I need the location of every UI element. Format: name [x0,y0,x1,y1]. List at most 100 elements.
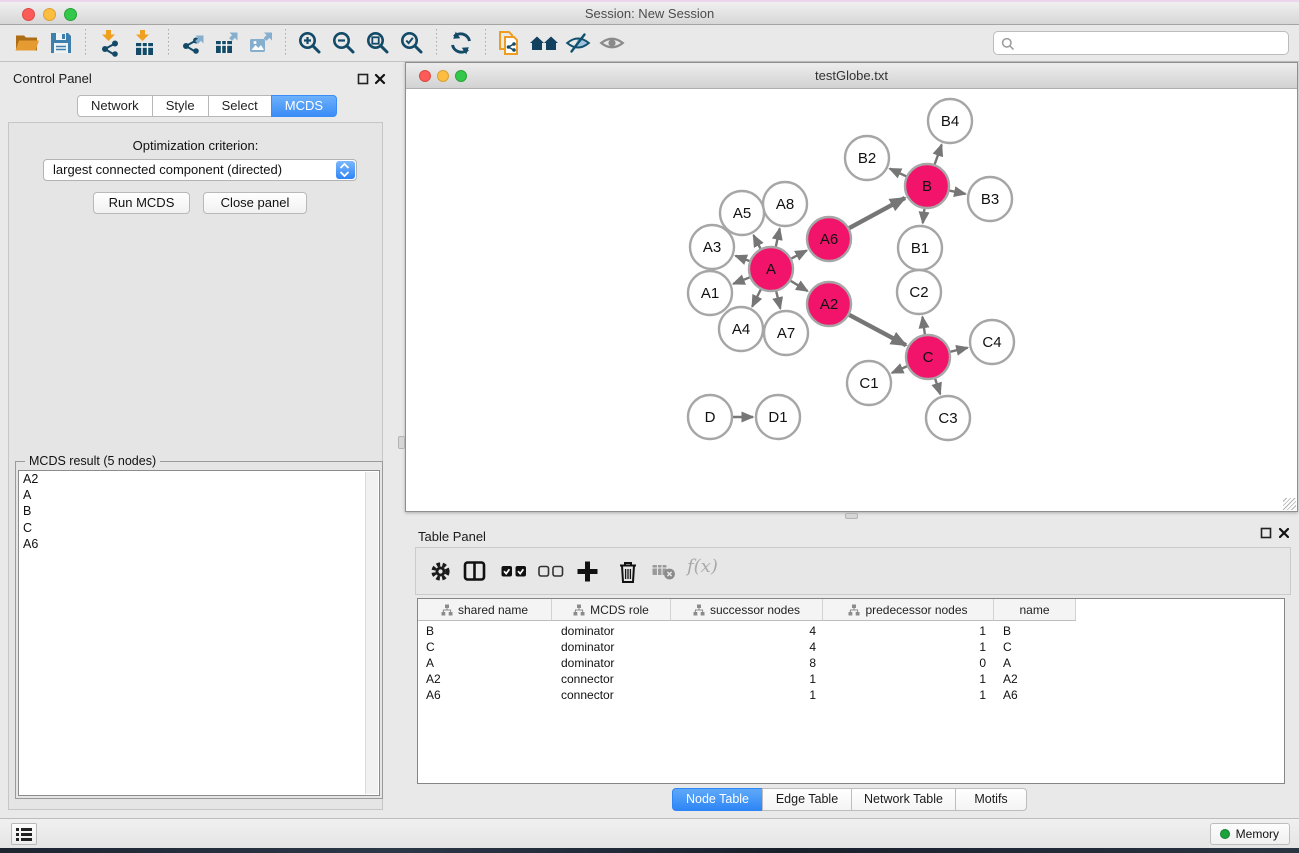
graph-node-D[interactable]: D [688,395,732,439]
show-columns-icon[interactable] [463,560,486,583]
zoom-in-icon[interactable] [293,27,327,59]
graph-edge-C-C4[interactable] [949,348,967,352]
table-cell[interactable]: A [994,655,1076,671]
graph-edge-A-A1[interactable] [733,277,750,284]
mcds-result-item[interactable]: A [19,487,379,503]
dropdown-stepper-icon[interactable] [336,161,355,179]
graph-node-A2[interactable]: A2 [807,282,851,326]
graph-node-C3[interactable]: C3 [926,396,970,440]
mcds-result-item[interactable]: B [19,503,379,519]
table-cell[interactable]: connector [552,671,671,687]
network-window-titlebar[interactable]: testGlobe.txt [406,63,1297,89]
table-cell[interactable]: dominator [552,655,671,671]
column-header-shared-name[interactable]: shared name [418,599,552,621]
table-cell[interactable]: 1 [671,687,823,703]
run-mcds-button[interactable]: Run MCDS [93,192,190,214]
tab-edge-table[interactable]: Edge Table [762,788,852,811]
refresh-icon[interactable] [444,27,478,59]
float-panel-icon[interactable] [1260,527,1272,539]
column-header-predecessor-nodes[interactable]: predecessor nodes [823,599,994,621]
table-cell[interactable]: B [994,623,1076,639]
graph-node-B2[interactable]: B2 [845,136,889,180]
graph-node-A3[interactable]: A3 [690,225,734,269]
column-header-successor-nodes[interactable]: successor nodes [671,599,823,621]
tab-motifs[interactable]: Motifs [955,788,1027,811]
mcds-result-list[interactable]: A2ABCA6 [18,470,380,796]
graph-edge-A-A8[interactable] [776,228,780,247]
graph-node-A5[interactable]: A5 [720,191,764,235]
zoom-fit-icon[interactable] [361,27,395,59]
search-input[interactable] [1020,33,1282,53]
graph-edge-B-B1[interactable] [923,208,925,223]
resize-grip-icon[interactable] [1283,498,1296,510]
select-all-columns-icon[interactable] [501,565,527,578]
tab-network[interactable]: Network [77,95,153,117]
graph-edge-B-B2[interactable] [890,169,907,177]
export-network-icon[interactable] [176,27,210,59]
graph-node-B3[interactable]: B3 [968,177,1012,221]
table-cell[interactable]: B [418,623,552,639]
close-panel-button[interactable]: Close panel [203,192,307,214]
delete-column-icon[interactable] [617,560,639,584]
gear-icon[interactable] [429,560,452,583]
graph-node-A1[interactable]: A1 [688,271,732,315]
graph-node-B4[interactable]: B4 [928,99,972,143]
save-session-icon[interactable] [44,27,78,59]
graph-node-C1[interactable]: C1 [847,361,891,405]
graph-node-C[interactable]: C [906,335,950,379]
close-panel-icon[interactable] [1278,527,1290,539]
table-cell[interactable]: 8 [671,655,823,671]
graph-edge-C-C2[interactable] [922,317,925,335]
unselect-all-columns-icon[interactable] [538,565,564,578]
graph-edge-A-A4[interactable] [752,289,761,307]
table-cell[interactable]: A [418,655,552,671]
column-header-MCDS-role[interactable]: MCDS role [552,599,671,621]
mcds-result-item[interactable]: A6 [19,536,379,552]
table-row[interactable]: A6connector11A6 [418,687,1284,703]
graph-node-C4[interactable]: C4 [970,320,1014,364]
clone-network-icon[interactable] [493,27,527,59]
graph-node-A6[interactable]: A6 [807,217,851,261]
graph-node-C2[interactable]: C2 [897,270,941,314]
float-panel-icon[interactable] [357,73,369,85]
graph-edge-A-A6[interactable] [791,250,807,258]
table-cell[interactable]: 1 [823,639,994,655]
hide-panel-eye-slash-icon[interactable] [561,27,595,59]
export-table-icon[interactable] [210,27,244,59]
open-file-icon[interactable] [10,27,44,59]
table-cell[interactable]: 1 [671,671,823,687]
column-header-name[interactable]: name [994,599,1076,621]
search-field[interactable] [993,31,1289,55]
zoom-out-icon[interactable] [327,27,361,59]
mcds-result-item[interactable]: C [19,520,379,536]
table-cell[interactable]: C [418,639,552,655]
graph-node-A7[interactable]: A7 [764,311,808,355]
network-canvas[interactable]: B4B2BB3A8A5A6A3B1AC2A1A2A4A7C4CC1DD1C3 [406,89,1297,511]
graph-edge-A-A7[interactable] [776,290,780,308]
graph-edge-B-B4[interactable] [934,145,941,166]
graph-node-A4[interactable]: A4 [719,307,763,351]
graph-node-B1[interactable]: B1 [898,226,942,270]
add-column-icon[interactable] [576,560,599,583]
scrollbar[interactable] [365,472,378,794]
tab-select[interactable]: Select [208,95,272,117]
show-panel-eye-icon[interactable] [595,27,629,59]
table-cell[interactable]: connector [552,687,671,703]
table-row[interactable]: Adominator80A [418,655,1284,671]
table-cell[interactable]: A6 [418,687,552,703]
import-table-icon[interactable] [127,27,161,59]
graph-node-D1[interactable]: D1 [756,395,800,439]
table-cell[interactable]: 4 [671,639,823,655]
splitter-handle[interactable] [398,436,405,449]
import-network-icon[interactable] [93,27,127,59]
table-cell[interactable]: 0 [823,655,994,671]
graph-edge-B-B3[interactable] [949,190,966,194]
tab-network-table[interactable]: Network Table [851,788,956,811]
table-cell[interactable]: 1 [823,623,994,639]
home-icon[interactable] [527,27,561,59]
table-cell[interactable]: 1 [823,671,994,687]
graph-edge-A-A2[interactable] [790,280,808,291]
table-cell[interactable]: C [994,639,1076,655]
table-cell[interactable]: dominator [552,623,671,639]
table-row[interactable]: Cdominator41C [418,639,1284,655]
